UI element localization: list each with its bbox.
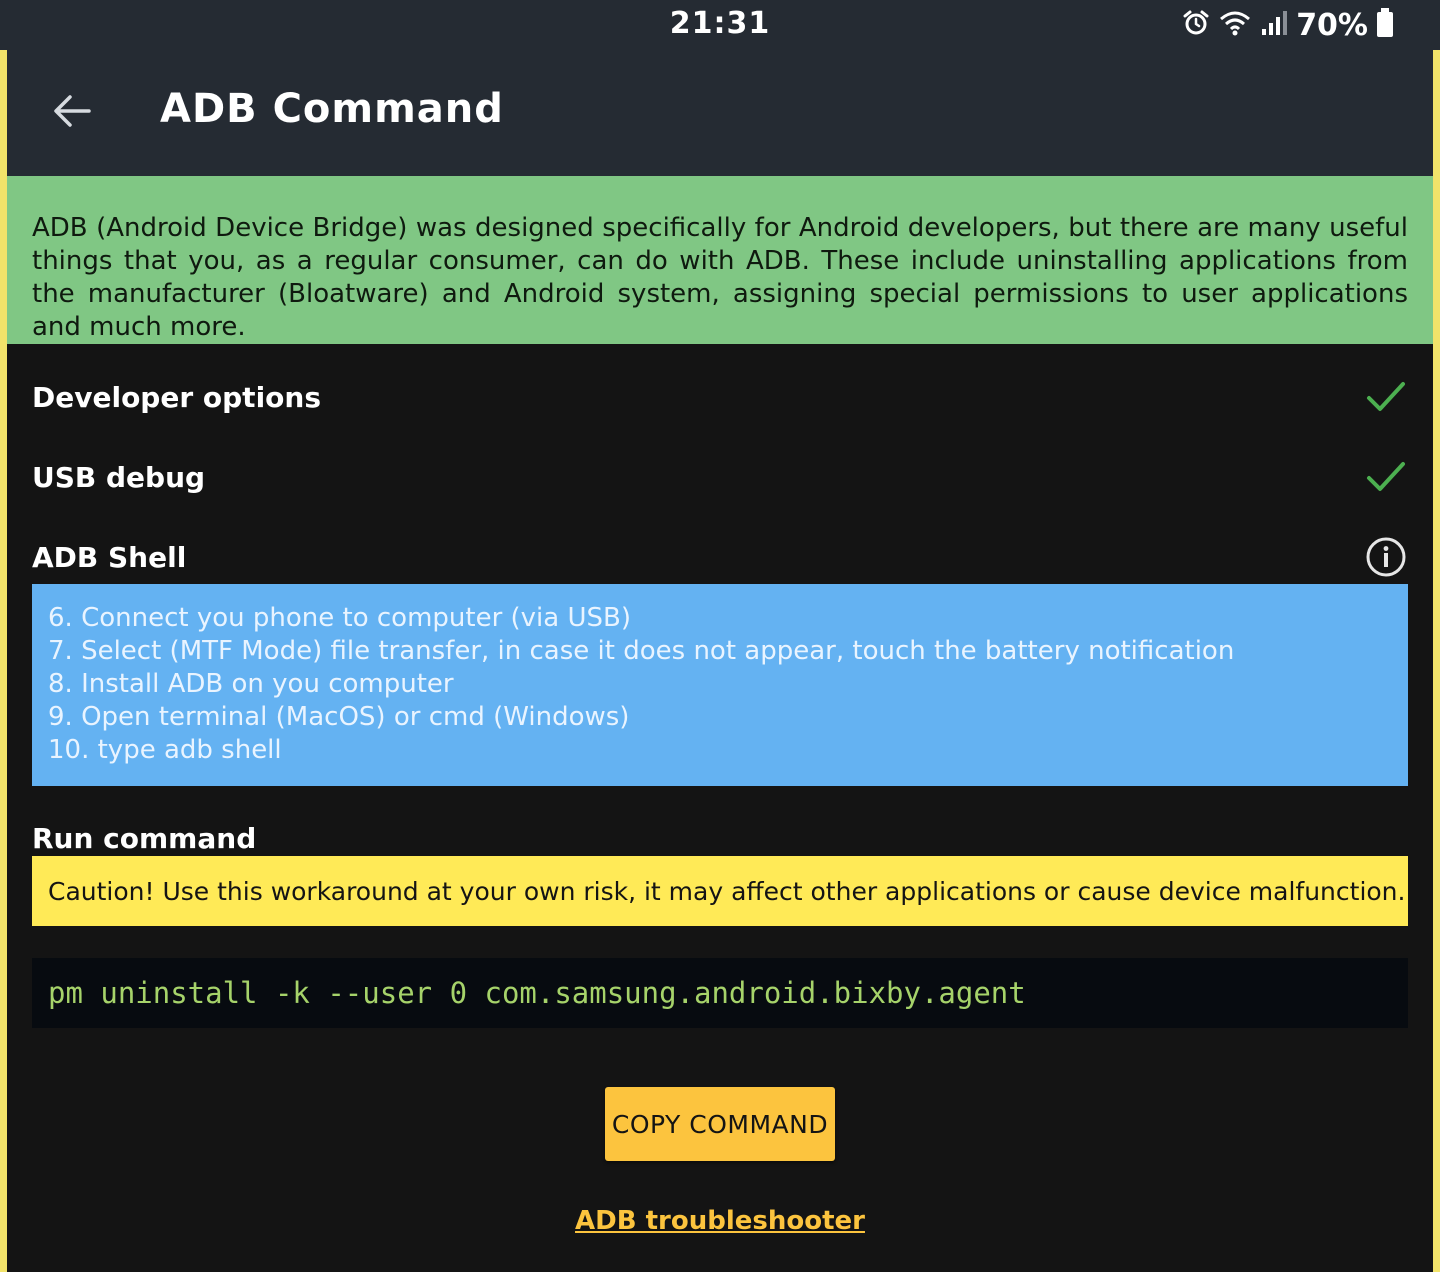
check-icon: [1364, 455, 1408, 499]
command-text[interactable]: pm uninstall -k --user 0 com.samsung.and…: [48, 976, 1026, 1010]
info-icon[interactable]: [1364, 535, 1408, 579]
checklist-item-developer-options: Developer options: [32, 372, 1408, 422]
checklist-item-label: ADB Shell: [32, 540, 187, 574]
checklist-item-label: USB debug: [32, 460, 206, 494]
troubleshooter-container: ADB troubleshooter: [7, 1206, 1433, 1236]
app-bar: ADB Command: [7, 50, 1433, 176]
copy-command-button[interactable]: COPY COMMAND: [605, 1087, 835, 1161]
status-bar: 21:31 70%: [0, 0, 1440, 50]
page-title: ADB Command: [160, 86, 504, 132]
battery-percentage: 70%: [1296, 7, 1368, 43]
intro-text: ADB (Android Device Bridge) was designed…: [32, 213, 1408, 342]
step-item: 9. Open terminal (MacOS) or cmd (Windows…: [48, 702, 630, 732]
app-screen: ADB Command ADB (Android Device Bridge) …: [7, 50, 1433, 1272]
checklist-item-label: Developer options: [32, 380, 321, 414]
back-button[interactable]: [37, 80, 107, 146]
status-icons: 70%: [1182, 6, 1394, 44]
check-icon: [1364, 375, 1408, 419]
step-item: 8. Install ADB on you computer: [48, 669, 454, 699]
arrow-left-icon: [53, 94, 91, 132]
intro-banner: ADB (Android Device Bridge) was designed…: [7, 176, 1433, 344]
adb-steps-panel: 6. Connect you phone to computer (via US…: [32, 584, 1408, 786]
adb-troubleshooter-link[interactable]: ADB troubleshooter: [575, 1206, 865, 1236]
checklist-item-usb-debug: USB debug: [32, 452, 1408, 502]
command-text-box[interactable]: pm uninstall -k --user 0 com.samsung.and…: [32, 958, 1408, 1028]
step-item: 10. type adb shell: [48, 735, 282, 765]
wifi-icon: [1218, 9, 1252, 41]
step-item: 6. Connect you phone to computer (via US…: [48, 603, 631, 633]
device-frame: ADB Command ADB (Android Device Bridge) …: [0, 50, 1440, 1272]
checklist-item-adb-shell: ADB Shell: [32, 532, 1408, 582]
run-command-label: Run command: [32, 821, 257, 855]
caution-text: Caution! Use this workaround at your own…: [48, 876, 1406, 906]
alarm-icon: [1182, 9, 1210, 41]
caution-banner: Caution! Use this workaround at your own…: [32, 856, 1408, 926]
battery-icon: [1376, 8, 1394, 42]
step-item: 7. Select (MTF Mode) file transfer, in c…: [48, 636, 1235, 666]
signal-icon: [1260, 9, 1288, 41]
